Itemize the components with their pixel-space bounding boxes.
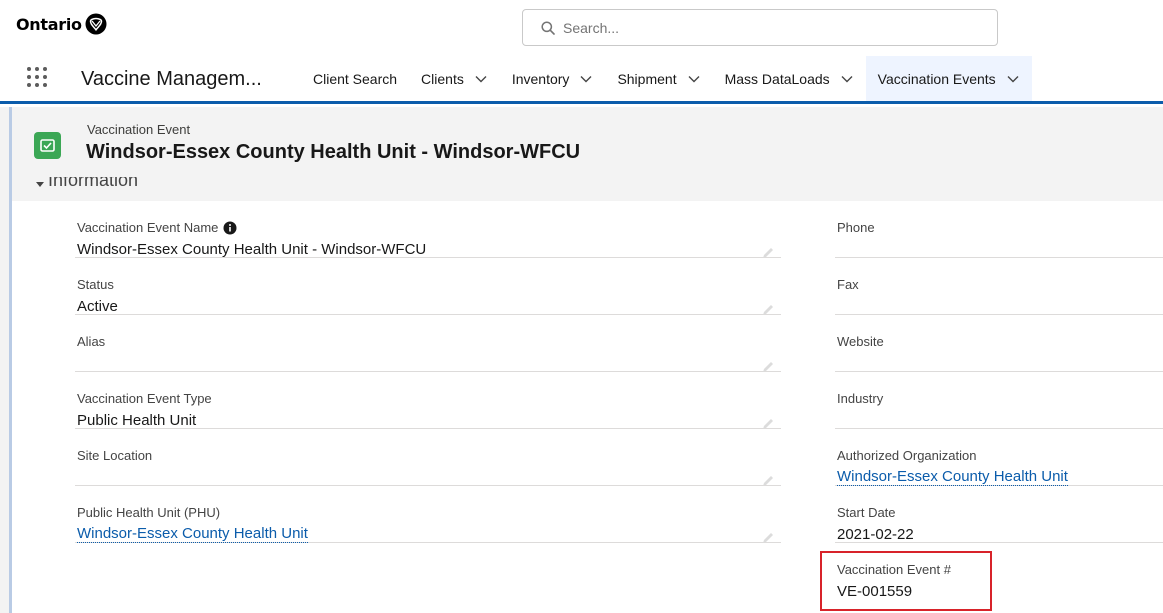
field-vaccination-event-type: Vaccination Event Type Public Health Uni… <box>75 372 781 429</box>
nav-items: Client Search Clients Inventory Shipment… <box>313 56 1032 104</box>
record-title: Windsor-Essex County Health Unit - Winds… <box>86 141 581 163</box>
search-icon <box>541 20 555 35</box>
field-label: Phone <box>837 220 875 235</box>
field-start-date: Start Date 2021-02-22 <box>835 486 1163 543</box>
field-label: Public Health Unit (PHU) <box>77 505 221 520</box>
phu-link[interactable]: Windsor-Essex County Health Unit <box>77 526 308 543</box>
object-type-label: Vaccination Event <box>87 122 191 137</box>
ontario-logo[interactable]: Ontario <box>16 13 107 35</box>
nav-item-shipment[interactable]: Shipment <box>605 56 712 101</box>
chevron-down-icon[interactable] <box>687 72 701 86</box>
waffle-icon[interactable] <box>27 67 51 91</box>
nav-item-label: Clients <box>421 70 464 87</box>
field-website: Website <box>835 315 1163 372</box>
search-input[interactable] <box>563 19 963 36</box>
highlight-box <box>820 551 992 611</box>
field-status: Status Active <box>75 258 781 315</box>
field-alias: Alias <box>75 315 781 372</box>
global-header: Ontario <box>0 0 1163 56</box>
field-authorized-organization: Authorized Organization Windsor-Essex Co… <box>835 429 1163 486</box>
field-label: Status <box>77 277 114 292</box>
nav-item-mass-dataloads[interactable]: Mass DataLoads <box>713 56 866 101</box>
ontario-trillium-icon <box>85 13 107 35</box>
nav-item-client-search[interactable]: Client Search <box>313 56 409 101</box>
field-label: Fax <box>837 277 859 292</box>
nav-item-clients[interactable]: Clients <box>409 56 500 101</box>
nav-item-label: Inventory <box>511 70 570 87</box>
nav-item-label: Mass DataLoads <box>724 70 830 87</box>
field-label: Alias <box>77 334 106 349</box>
nav-item-inventory[interactable]: Inventory <box>500 56 606 101</box>
field-value: Active <box>77 298 118 315</box>
field-label: Site Location <box>77 448 153 463</box>
nav-item-label: Client Search <box>313 70 398 87</box>
chevron-down-icon[interactable] <box>1006 72 1020 86</box>
field-label: Vaccination Event Type <box>77 391 212 406</box>
vaccination-event-icon <box>34 132 61 159</box>
app-nav-bar: Vaccine Managem... Client Search Clients… <box>0 56 1163 104</box>
field-label: Start Date <box>837 505 896 520</box>
chevron-down-icon[interactable] <box>474 72 488 86</box>
logo-text: Ontario <box>16 14 82 34</box>
field-value: Public Health Unit <box>77 412 197 429</box>
field-vaccination-event-name: Vaccination Event Name Windsor-Essex Cou… <box>75 201 781 258</box>
field-industry: Industry <box>835 372 1163 429</box>
nav-item-label: Shipment <box>617 70 677 87</box>
field-label-text: Vaccination Event Name <box>77 220 219 235</box>
field-label: Vaccination Event Name <box>77 220 237 235</box>
info-icon[interactable] <box>223 221 237 235</box>
nav-item-label: Vaccination Events <box>877 70 996 87</box>
field-value: Windsor-Essex County Health Unit - Winds… <box>77 241 427 258</box>
chevron-down-icon[interactable] <box>579 72 593 86</box>
nav-item-vaccination-events[interactable]: Vaccination Events <box>865 56 1032 104</box>
field-value: 2021-02-22 <box>837 526 914 543</box>
chevron-down-icon[interactable] <box>36 181 44 189</box>
field-phone: Phone <box>835 201 1163 258</box>
vaccination-event-glyph <box>40 139 55 152</box>
field-label: Website <box>837 334 884 349</box>
chevron-down-icon[interactable] <box>840 72 854 86</box>
global-search[interactable] <box>522 9 998 46</box>
record-header: Vaccination Event Windsor-Essex County H… <box>12 107 1163 177</box>
field-fax: Fax <box>835 258 1163 315</box>
pencil-icon[interactable] <box>761 531 775 545</box>
app-name: Vaccine Managem... <box>81 68 262 90</box>
section-title: Information <box>48 177 139 190</box>
authorized-organization-link[interactable]: Windsor-Essex County Health Unit <box>837 469 1068 486</box>
field-label: Industry <box>837 391 884 406</box>
field-site-location: Site Location <box>75 429 781 486</box>
field-label: Authorized Organization <box>837 448 977 463</box>
field-public-health-unit: Public Health Unit (PHU) Windsor-Essex C… <box>75 486 781 543</box>
section-header[interactable]: Information <box>36 177 1163 201</box>
